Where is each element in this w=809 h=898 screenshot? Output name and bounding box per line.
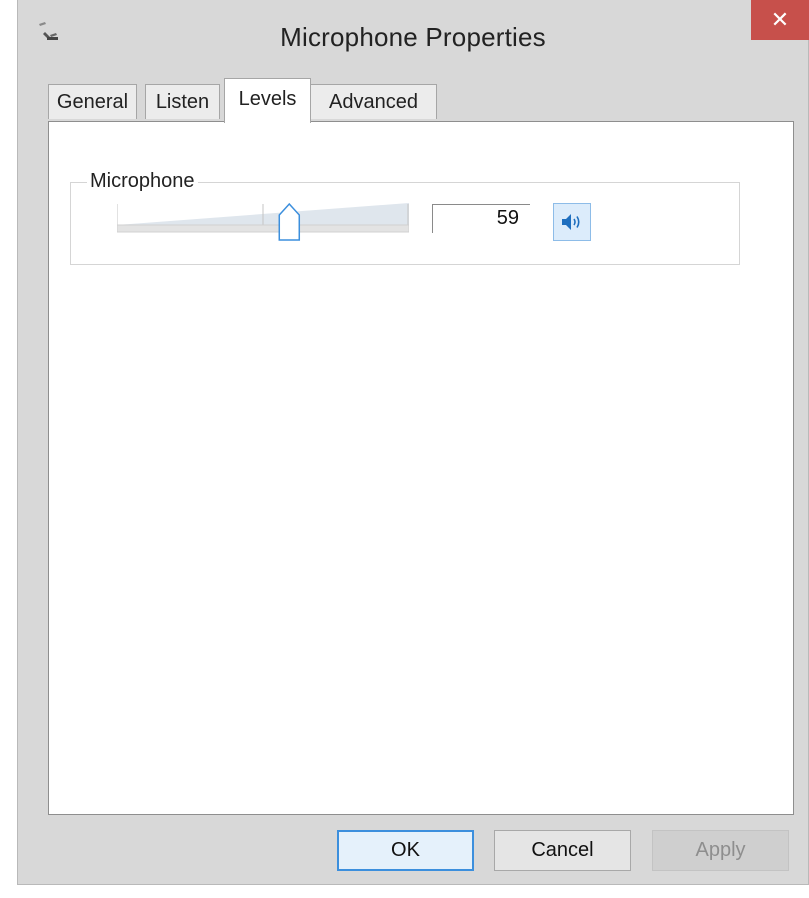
tab-listen[interactable]: Listen	[145, 84, 220, 119]
mute-button[interactable]	[553, 203, 591, 241]
tab-advanced[interactable]: Advanced	[310, 84, 437, 119]
tab-label: Advanced	[329, 90, 418, 113]
speaker-icon	[562, 214, 580, 230]
group-label: Microphone	[87, 170, 198, 193]
tab-levels[interactable]: Levels	[224, 78, 311, 123]
microphone-group: Microphone 59	[70, 170, 740, 265]
level-slider[interactable]	[117, 201, 409, 246]
slider-thumb[interactable]	[278, 202, 301, 241]
window-title: Microphone Properties	[280, 22, 546, 52]
title-bar[interactable]: Microphone Properties ✕	[18, 0, 809, 82]
close-icon: ✕	[770, 7, 790, 32]
dialog-window: Microphone Properties ✕ General Listen L…	[17, 0, 809, 885]
level-value-field[interactable]: 59	[432, 204, 530, 233]
slider-track	[117, 224, 409, 233]
apply-button[interactable]: Apply	[652, 830, 789, 871]
ok-button[interactable]: OK	[337, 830, 474, 871]
close-button[interactable]: ✕	[751, 0, 809, 40]
tab-label: General	[56, 90, 129, 113]
tab-label: Listen	[155, 90, 210, 113]
tab-label: Levels	[238, 88, 297, 110]
cancel-button[interactable]: Cancel	[494, 830, 631, 871]
levels-panel: Microphone 59	[48, 121, 794, 815]
tab-general[interactable]: General	[48, 84, 137, 119]
